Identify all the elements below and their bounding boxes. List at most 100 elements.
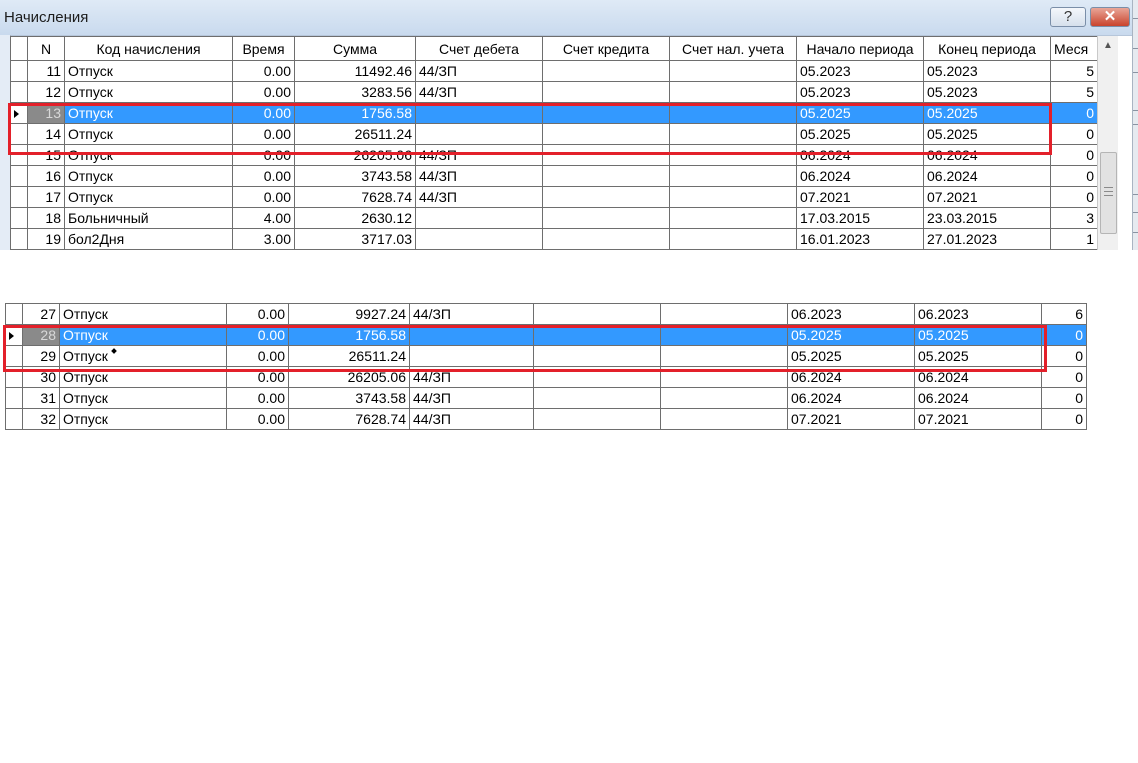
cell-credit[interactable]	[542, 81, 670, 103]
cell-n[interactable]: 16	[27, 165, 65, 187]
cell-end[interactable]: 06.2024	[923, 165, 1051, 187]
cell-end[interactable]: 05.2025	[914, 324, 1042, 346]
cell-month[interactable]: 0	[1050, 165, 1098, 187]
cell-tax[interactable]	[669, 144, 797, 166]
cell-end[interactable]: 27.01.2023	[923, 228, 1051, 250]
cell-credit[interactable]	[533, 303, 661, 325]
table-row[interactable]: 27 Отпуск 0.00 9927.24 44/ЗП 06.2023 06.2023 6	[5, 303, 1087, 325]
cell-debit[interactable]: 44/ЗП	[409, 303, 534, 325]
cell-month[interactable]: 0	[1050, 123, 1098, 145]
cell-start[interactable]: 05.2025	[796, 102, 924, 124]
cell-time[interactable]: 0.00	[232, 81, 295, 103]
cell-tax[interactable]	[669, 102, 797, 124]
cell-debit[interactable]	[415, 102, 543, 124]
cell-debit[interactable]: 44/ЗП	[415, 186, 543, 208]
column-header[interactable]: Счет кредита	[542, 36, 670, 61]
cell-n[interactable]: 30	[22, 366, 60, 388]
cell-n[interactable]: 19	[27, 228, 65, 250]
cell-credit[interactable]	[542, 102, 670, 124]
cell-sum[interactable]: 26511.24	[294, 123, 416, 145]
cell-time[interactable]: 0.00	[226, 303, 289, 325]
cell-code[interactable]: Отпуск	[59, 366, 227, 388]
cell-month[interactable]: 0	[1041, 345, 1087, 367]
cell-credit[interactable]	[542, 165, 670, 187]
table-row[interactable]: 31 Отпуск 0.00 3743.58 44/ЗП 06.2024 06.2024 0	[5, 387, 1087, 409]
cell-sum[interactable]: 3743.58	[288, 387, 410, 409]
column-header[interactable]: Счет дебета	[415, 36, 543, 61]
cell-month[interactable]: 1	[1050, 228, 1098, 250]
row-indicator[interactable]	[5, 303, 23, 325]
cell-end[interactable]: 06.2024	[914, 366, 1042, 388]
cell-tax[interactable]	[669, 207, 797, 229]
cell-credit[interactable]	[533, 387, 661, 409]
cell-credit[interactable]	[542, 228, 670, 250]
cell-end[interactable]: 06.2024	[914, 387, 1042, 409]
cell-code[interactable]: Отпуск	[59, 345, 227, 367]
cell-credit[interactable]	[533, 366, 661, 388]
cell-credit[interactable]	[533, 345, 661, 367]
cell-n[interactable]: 27	[22, 303, 60, 325]
cell-end[interactable]: 07.2021	[914, 408, 1042, 430]
cell-end[interactable]: 05.2025	[914, 345, 1042, 367]
table-row[interactable]: 15 Отпуск 0.00 26205.06 44/ЗП 06.2024 06.2024 0	[10, 144, 1098, 166]
cell-tax[interactable]	[660, 387, 788, 409]
cell-debit[interactable]	[415, 123, 543, 145]
row-indicator[interactable]	[5, 324, 23, 346]
cell-sum[interactable]: 26511.24	[288, 345, 410, 367]
cell-time[interactable]: 0.00	[226, 387, 289, 409]
cell-credit[interactable]	[542, 144, 670, 166]
cell-end[interactable]: 07.2021	[923, 186, 1051, 208]
cell-credit[interactable]	[533, 408, 661, 430]
cell-end[interactable]: 23.03.2015	[923, 207, 1051, 229]
table-row[interactable]: 29 Отпуск 0.00 26511.24 05.2025 05.2025 0	[5, 345, 1087, 367]
column-header[interactable]: Конец периода	[923, 36, 1051, 61]
row-indicator[interactable]	[5, 366, 23, 388]
column-header[interactable]: Код начисления	[64, 36, 233, 61]
cell-time[interactable]: 0.00	[226, 366, 289, 388]
column-header[interactable]: N	[27, 36, 65, 61]
column-header[interactable]: Сумма	[294, 36, 416, 61]
cell-n[interactable]: 28	[22, 324, 60, 346]
cell-tax[interactable]	[660, 324, 788, 346]
close-button[interactable]: ✕	[1090, 7, 1130, 27]
cell-n[interactable]: 17	[27, 186, 65, 208]
cell-debit[interactable]: 44/ЗП	[415, 60, 543, 82]
cell-credit[interactable]	[542, 207, 670, 229]
cell-tax[interactable]	[669, 123, 797, 145]
cell-code[interactable]: Отпуск	[64, 81, 233, 103]
cell-debit[interactable]	[415, 228, 543, 250]
cell-code[interactable]: Отпуск	[59, 324, 227, 346]
cell-start[interactable]: 05.2023	[796, 60, 924, 82]
cell-sum[interactable]: 2630.12	[294, 207, 416, 229]
table-row[interactable]: 18 Больничный 4.00 2630.12 17.03.2015 23.03.2…	[10, 207, 1098, 229]
cell-sum[interactable]: 3743.58	[294, 165, 416, 187]
cell-month[interactable]: 5	[1050, 60, 1098, 82]
cell-debit[interactable]	[409, 345, 534, 367]
cell-debit[interactable]: 44/ЗП	[415, 81, 543, 103]
cell-debit[interactable]: 44/ЗП	[409, 366, 534, 388]
table-row[interactable]: 32 Отпуск 0.00 7628.74 44/ЗП 07.2021 07.2021 0	[5, 408, 1087, 430]
row-indicator[interactable]	[5, 387, 23, 409]
cell-start[interactable]: 05.2025	[787, 324, 915, 346]
cell-code[interactable]: Отпуск	[64, 144, 233, 166]
cell-time[interactable]: 0.00	[232, 123, 295, 145]
cell-start[interactable]: 05.2025	[787, 345, 915, 367]
table-row[interactable]: 12 Отпуск 0.00 3283.56 44/ЗП 05.2023 05.2023 5	[10, 81, 1098, 103]
cell-tax[interactable]	[669, 228, 797, 250]
table-row-selected[interactable]: 13 Отпуск 0.00 1756.58 05.2025 05.2025 0	[10, 102, 1098, 124]
cell-sum[interactable]: 1756.58	[294, 102, 416, 124]
cell-month[interactable]: 3	[1050, 207, 1098, 229]
cell-tax[interactable]	[669, 81, 797, 103]
cell-n[interactable]: 18	[27, 207, 65, 229]
cell-credit[interactable]	[542, 60, 670, 82]
row-indicator[interactable]	[10, 207, 28, 229]
table-row[interactable]: 16 Отпуск 0.00 3743.58 44/ЗП 06.2024 06.2024 0	[10, 165, 1098, 187]
cell-n[interactable]: 13	[27, 102, 65, 124]
column-header[interactable]: Время	[232, 36, 295, 61]
scroll-thumb[interactable]	[1100, 152, 1117, 234]
column-header[interactable]: Начало периода	[796, 36, 924, 61]
table-row[interactable]: 11 Отпуск 0.00 11492.46 44/ЗП 05.2023 05.2023 5	[10, 60, 1098, 82]
cell-debit[interactable]	[409, 324, 534, 346]
cell-month[interactable]: 5	[1050, 81, 1098, 103]
cell-code[interactable]: Отпуск	[64, 102, 233, 124]
